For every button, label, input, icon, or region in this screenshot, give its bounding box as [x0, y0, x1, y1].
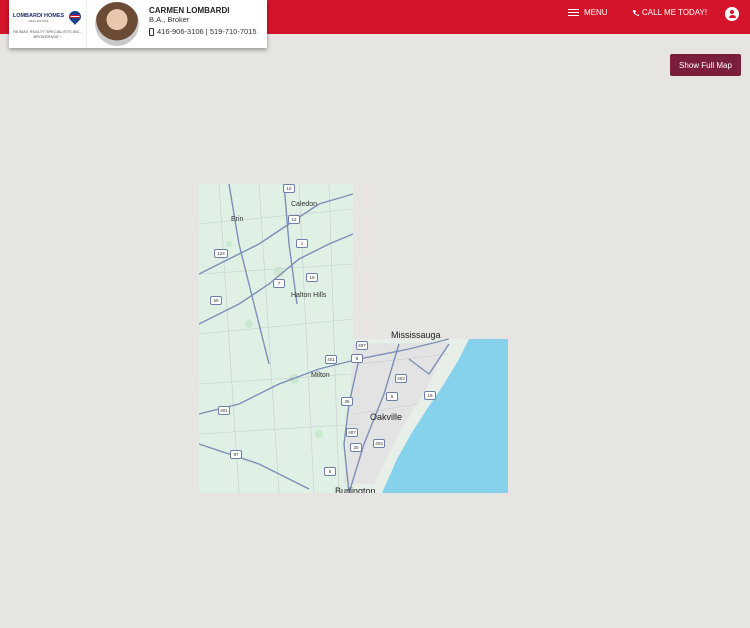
remax-balloon-icon: [69, 10, 82, 25]
route-shield: 50: [210, 296, 222, 305]
route-shield: 5: [386, 392, 398, 401]
place-mississauga: Mississauga: [391, 330, 441, 340]
user-account-icon[interactable]: [725, 7, 739, 21]
route-shield: 97: [230, 450, 242, 459]
avatar: [95, 2, 139, 46]
place-erin: Erin: [231, 216, 244, 223]
place-halton-hills: Halton Hills: [291, 292, 327, 299]
route-shield: 10: [283, 184, 295, 193]
hamburger-icon: [568, 8, 579, 17]
place-burlington: Burlington: [335, 486, 376, 493]
route-shield: 7: [273, 279, 285, 288]
call-button[interactable]: CALL ME TODAY!: [632, 8, 707, 17]
place-caledon: Caledon: [291, 201, 318, 208]
agent-name: CARMEN LOMBARDI: [149, 6, 230, 15]
brokerage-text: RE/MAX REALTY SPECIALISTS INC., BROKERAG…: [13, 28, 82, 39]
mobile-phone-icon: [149, 27, 154, 36]
route-shield: 25: [341, 397, 353, 406]
route-shield: 403: [373, 439, 385, 448]
route-shield: 403: [395, 374, 407, 383]
route-shield: 12: [288, 215, 300, 224]
route-shield: 19: [424, 391, 436, 400]
show-full-map-button[interactable]: Show Full Map: [670, 54, 741, 76]
route-shield: 407: [356, 341, 368, 350]
place-oakville: Oakville: [370, 412, 403, 422]
brand-logo[interactable]: LOMBARDI HOMES REAL ESTATE RE/MAX REALTY…: [9, 0, 87, 48]
call-label: CALL ME TODAY!: [642, 8, 708, 17]
route-shield: 20: [350, 443, 362, 452]
brand-sub: REAL ESTATE: [28, 18, 49, 23]
agent-title: B.A., Broker: [149, 15, 190, 24]
route-shield: 124: [214, 249, 228, 258]
route-shield: 5: [351, 354, 363, 363]
place-milton: Milton: [311, 372, 330, 379]
route-shield: 407: [346, 428, 358, 437]
phone-icon: [632, 10, 639, 16]
route-shield: 5: [324, 467, 336, 476]
route-shield: 19: [306, 273, 318, 282]
brand-name: LOMBARDI HOMES: [12, 12, 65, 19]
route-shield: 401: [218, 406, 230, 415]
route-shield: 401: [325, 355, 337, 364]
agent-card[interactable]: LOMBARDI HOMES REAL ESTATE RE/MAX REALTY…: [9, 0, 267, 48]
agent-photo: [87, 0, 147, 48]
menu-label: MENU: [584, 8, 608, 17]
route-shield: 1: [296, 239, 308, 248]
menu-button[interactable]: MENU: [568, 8, 608, 17]
agent-phones[interactable]: 416-906-3106 | 519-710-7015: [157, 27, 257, 36]
map-tiles[interactable]: Caledon Erin Halton Hills Milton Oakvill…: [199, 184, 508, 493]
